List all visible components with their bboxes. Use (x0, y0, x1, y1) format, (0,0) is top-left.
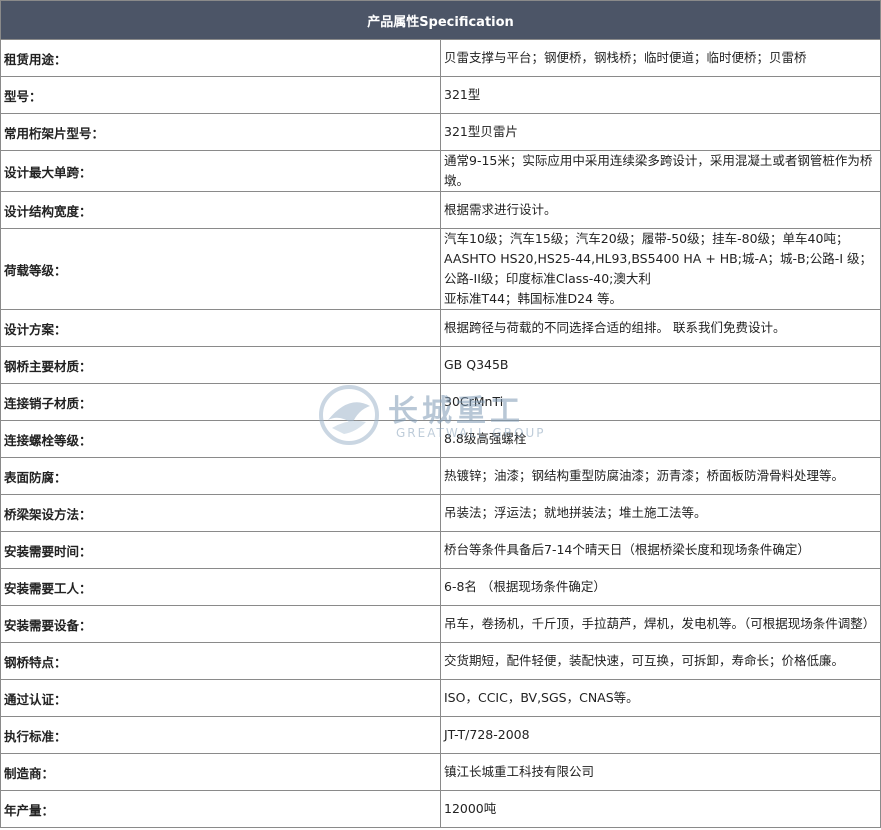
spec-value: 8.8级高强螺栓 (440, 420, 881, 458)
spec-key: 执行标准： (0, 716, 441, 754)
spec-key: 设计方案： (0, 309, 441, 347)
table-row: 年产量： 12000吨 (0, 790, 881, 828)
spec-value-line: AASHTO HS20,HS25-44,HL93,BS5400 HA + HB;… (444, 251, 872, 286)
spec-value: 321型贝雷片 (440, 113, 881, 151)
spec-value: 通常9-15米；实际应用中采用连续梁多跨设计，采用混凝土或者钢管桩作为桥墩。 (440, 150, 881, 192)
spec-value-line: 汽车10级；汽车15级；汽车20级；履带-50级；挂车-80级；单车40吨； (444, 231, 849, 246)
table-row: 常用桁架片型号： 321型贝雷片 (0, 113, 881, 151)
table-row: 连接螺栓等级： 8.8级高强螺栓 (0, 420, 881, 458)
spec-key: 钢桥主要材质： (0, 346, 441, 384)
table-row: 表面防腐： 热镀锌；油漆；钢结构重型防腐油漆；沥青漆；桥面板防滑骨料处理等。 (0, 457, 881, 495)
table-row: 桥梁架设方法： 吊装法；浮运法；就地拼装法；堆土施工法等。 (0, 494, 881, 532)
spec-key: 制造商： (0, 753, 441, 791)
spec-value: 根据跨径与荷载的不同选择合适的组排。 联系我们免费设计。 (440, 309, 881, 347)
table-row: 安装需要工人： 6-8名 （根据现场条件确定） (0, 568, 881, 606)
spec-value: 321型 (440, 76, 881, 114)
table-row: 设计方案： 根据跨径与荷载的不同选择合适的组排。 联系我们免费设计。 (0, 309, 881, 347)
spec-value: 根据需求进行设计。 (440, 191, 881, 229)
spec-key: 通过认证： (0, 679, 441, 717)
spec-key: 年产量： (0, 790, 441, 828)
spec-value: 热镀锌；油漆；钢结构重型防腐油漆；沥青漆；桥面板防滑骨料处理等。 (440, 457, 881, 495)
spec-key: 桥梁架设方法： (0, 494, 441, 532)
spec-key: 钢桥特点： (0, 642, 441, 680)
spec-value: 吊装法；浮运法；就地拼装法；堆土施工法等。 (440, 494, 881, 532)
table-row: 制造商： 镇江长城重工科技有限公司 (0, 753, 881, 791)
spec-key: 设计结构宽度： (0, 191, 441, 229)
spec-key: 租赁用途： (0, 39, 441, 77)
table-row: 连接销子材质： 30CrMnTi (0, 383, 881, 421)
table-row: 通过认证： ISO，CCIC，BV,SGS，CNAS等。 (0, 679, 881, 717)
table-row: 设计最大单跨： 通常9-15米；实际应用中采用连续梁多跨设计，采用混凝土或者钢管桩… (0, 150, 881, 192)
table-header-title: 产品属性Specification (0, 0, 881, 40)
spec-value: 贝雷支撑与平台；钢便桥，钢栈桥；临时便道；临时便桥；贝雷桥 (440, 39, 881, 77)
spec-value: 6-8名 （根据现场条件确定） (440, 568, 881, 606)
table-row: 设计结构宽度： 根据需求进行设计。 (0, 191, 881, 229)
spec-value: 30CrMnTi (440, 383, 881, 421)
spec-value: 交货期短，配件轻便，装配快速，可互换，可拆卸，寿命长；价格低廉。 (440, 642, 881, 680)
spec-rows: 租赁用途： 贝雷支撑与平台；钢便桥，钢栈桥；临时便道；临时便桥；贝雷桥 型号： 321… (0, 39, 881, 828)
table-row: 荷载等级： 汽车10级；汽车15级；汽车20级；履带-50级；挂车-80级；单车4… (0, 228, 881, 310)
spec-key: 设计最大单跨： (0, 150, 441, 192)
spec-value: 12000吨 (440, 790, 881, 828)
spec-value: ISO，CCIC，BV,SGS，CNAS等。 (440, 679, 881, 717)
spec-key: 连接销子材质： (0, 383, 441, 421)
spec-value: 汽车10级；汽车15级；汽车20级；履带-50级；挂车-80级；单车40吨； AA… (440, 228, 881, 310)
specification-table: 产品属性Specification 租赁用途： 贝雷支撑与平台；钢便桥，钢栈桥；临… (0, 0, 881, 828)
spec-key: 型号： (0, 76, 441, 114)
table-row: 钢桥主要材质： GB Q345B (0, 346, 881, 384)
spec-key: 荷载等级： (0, 228, 441, 310)
table-row: 安装需要设备： 吊车，卷扬机，千斤顶，手拉葫芦，焊机，发电机等。（可根据现场条件调… (0, 605, 881, 643)
spec-key: 安装需要设备： (0, 605, 441, 643)
spec-value: 桥台等条件具备后7-14个晴天日（根据桥梁长度和现场条件确定） (440, 531, 881, 569)
spec-value: 吊车，卷扬机，千斤顶，手拉葫芦，焊机，发电机等。（可根据现场条件调整） (440, 605, 881, 643)
spec-value: 镇江长城重工科技有限公司 (440, 753, 881, 791)
spec-key: 常用桁架片型号： (0, 113, 441, 151)
table-row: 安装需要时间： 桥台等条件具备后7-14个晴天日（根据桥梁长度和现场条件确定） (0, 531, 881, 569)
table-row: 钢桥特点： 交货期短，配件轻便，装配快速，可互换，可拆卸，寿命长；价格低廉。 (0, 642, 881, 680)
table-row: 型号： 321型 (0, 76, 881, 114)
table-row: 租赁用途： 贝雷支撑与平台；钢便桥，钢栈桥；临时便道；临时便桥；贝雷桥 (0, 39, 881, 77)
spec-key: 安装需要时间： (0, 531, 441, 569)
spec-value-line: 亚标准T44；韩国标准D24 等。 (444, 291, 623, 306)
spec-key: 安装需要工人： (0, 568, 441, 606)
spec-value: GB Q345B (440, 346, 881, 384)
spec-value: JT-T/728-2008 (440, 716, 881, 754)
spec-key: 连接螺栓等级： (0, 420, 441, 458)
spec-key: 表面防腐： (0, 457, 441, 495)
table-row: 执行标准： JT-T/728-2008 (0, 716, 881, 754)
